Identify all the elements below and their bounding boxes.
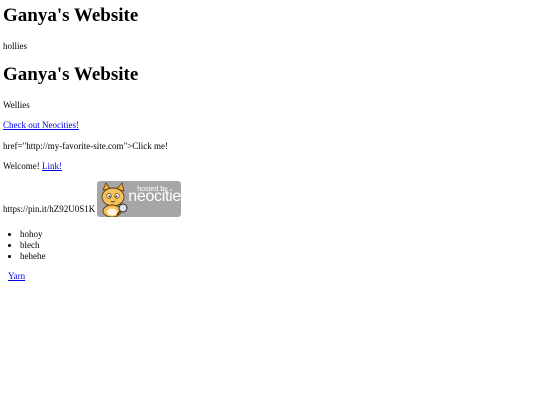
page-title-repeat: Ganya's Website — [3, 64, 139, 85]
list-item: hohoy — [20, 229, 45, 240]
link-list: Yarn — [0, 271, 25, 282]
neocities-link[interactable]: Check out Neocities! — [3, 120, 79, 130]
list-item: blech — [20, 240, 45, 251]
paragraph-hollies: hollies — [3, 41, 27, 51]
list-item: hehehe — [20, 251, 45, 262]
welcome-paragraph: Welcome! Link! — [3, 160, 62, 172]
pin-paragraph: https://pin.it/hZ92U0S1K hosted by neoci… — [3, 181, 182, 217]
badge-brand-text: neocities — [128, 188, 182, 205]
page-title: Ganya's Website — [3, 5, 139, 26]
list-item: Yarn — [8, 271, 25, 282]
paragraph-wellies: Wellies — [3, 100, 30, 110]
pin-url-text: https://pin.it/hZ92U0S1K — [3, 204, 96, 214]
neocities-link-paragraph: Check out Neocities! — [3, 119, 79, 131]
yarn-link[interactable]: Yarn — [8, 271, 25, 281]
neocities-badge[interactable]: hosted by neocities — [97, 181, 182, 217]
paragraph-href-text: href="http://my-favorite-site.com">Click… — [3, 141, 168, 151]
welcome-link[interactable]: Link! — [42, 161, 62, 171]
neocities-cat-mascot-icon — [101, 182, 128, 217]
bullet-list: hohoy blech hehehe — [4, 229, 45, 262]
welcome-text: Welcome! — [3, 161, 43, 171]
